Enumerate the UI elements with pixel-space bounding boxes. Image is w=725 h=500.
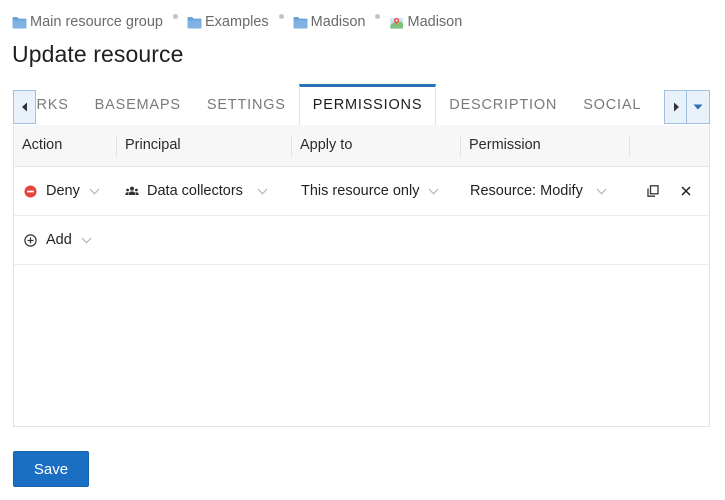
breadcrumb-label: Madison <box>310 14 366 30</box>
action-select[interactable]: Deny <box>24 167 100 215</box>
map-icon <box>389 16 404 29</box>
table-row: Deny Data collectors This resource only … <box>14 167 709 216</box>
tab-settings[interactable]: SETTINGS <box>194 84 299 125</box>
principal-value: Data collectors <box>147 183 243 199</box>
minus-circle-icon <box>24 185 37 198</box>
action-value: Deny <box>46 183 80 199</box>
column-header-action: Action <box>22 137 63 153</box>
tab-track: BOOKMARKS BASEMAPS SETTINGS PERMISSIONS … <box>13 84 710 125</box>
add-label: Add <box>46 232 72 248</box>
tab-bar: BOOKMARKS BASEMAPS SETTINGS PERMISSIONS … <box>13 84 710 126</box>
column-header-permission: Permission <box>469 137 541 153</box>
breadcrumb-item-examples[interactable]: Examples <box>187 14 269 30</box>
close-icon <box>681 186 691 196</box>
breadcrumb-item-madison-map[interactable]: Madison <box>389 14 462 30</box>
breadcrumb-item-madison-folder[interactable]: Madison <box>293 14 366 30</box>
add-row: Add <box>14 216 709 265</box>
tab-more-button[interactable] <box>686 90 710 124</box>
caret-right-icon <box>673 102 679 112</box>
folder-icon <box>187 16 202 29</box>
breadcrumb-item-main-resource-group[interactable]: Main resource group <box>12 14 163 30</box>
breadcrumb-label: Examples <box>205 14 269 30</box>
group-icon <box>125 186 139 196</box>
caret-left-icon <box>21 102 27 112</box>
principal-select[interactable]: Data collectors <box>125 167 268 215</box>
column-header-principal: Principal <box>125 137 181 153</box>
tab-basemaps[interactable]: BASEMAPS <box>82 84 194 125</box>
caret-down-icon <box>693 104 703 110</box>
copy-icon <box>647 185 659 197</box>
save-button[interactable]: Save <box>13 451 89 487</box>
chevron-down-icon <box>81 237 92 244</box>
tab-social[interactable]: SOCIAL <box>570 84 654 125</box>
column-header-apply-to: Apply to <box>300 137 353 153</box>
tab-description[interactable]: DESCRIPTION <box>436 84 570 125</box>
breadcrumb-label: Main resource group <box>30 14 163 30</box>
duplicate-row-button[interactable] <box>643 181 663 201</box>
column-divider <box>629 135 630 156</box>
delete-row-button[interactable] <box>676 181 696 201</box>
tab-permissions[interactable]: PERMISSIONS <box>298 84 437 125</box>
permissions-panel: Action Principal Apply to Permission Den… <box>13 125 710 427</box>
permission-select[interactable]: Resource: Modify <box>470 167 607 215</box>
chevron-down-icon <box>596 188 607 195</box>
apply-to-select[interactable]: This resource only <box>301 167 439 215</box>
chevron-down-icon <box>89 188 100 195</box>
page-title: Update resource <box>12 41 184 67</box>
table-header: Action Principal Apply to Permission <box>14 125 709 167</box>
chevron-down-icon <box>257 188 268 195</box>
permission-value: Resource: Modify <box>470 183 583 199</box>
folder-icon <box>12 16 27 29</box>
plus-circle-icon <box>24 233 37 247</box>
chevron-down-icon <box>428 188 439 195</box>
breadcrumb-label: Madison <box>407 14 463 30</box>
breadcrumb-separator <box>375 13 381 19</box>
breadcrumb-separator <box>278 13 284 19</box>
folder-icon <box>293 16 308 29</box>
breadcrumb: Main resource group Examples Madison Mad… <box>12 12 462 32</box>
tab-scroll-right-button[interactable] <box>664 90 687 124</box>
tab-scroll-left-button[interactable] <box>13 90 36 124</box>
breadcrumb-separator <box>173 13 178 19</box>
add-rule-select[interactable]: Add <box>24 216 92 264</box>
apply-to-value: This resource only <box>301 183 420 199</box>
